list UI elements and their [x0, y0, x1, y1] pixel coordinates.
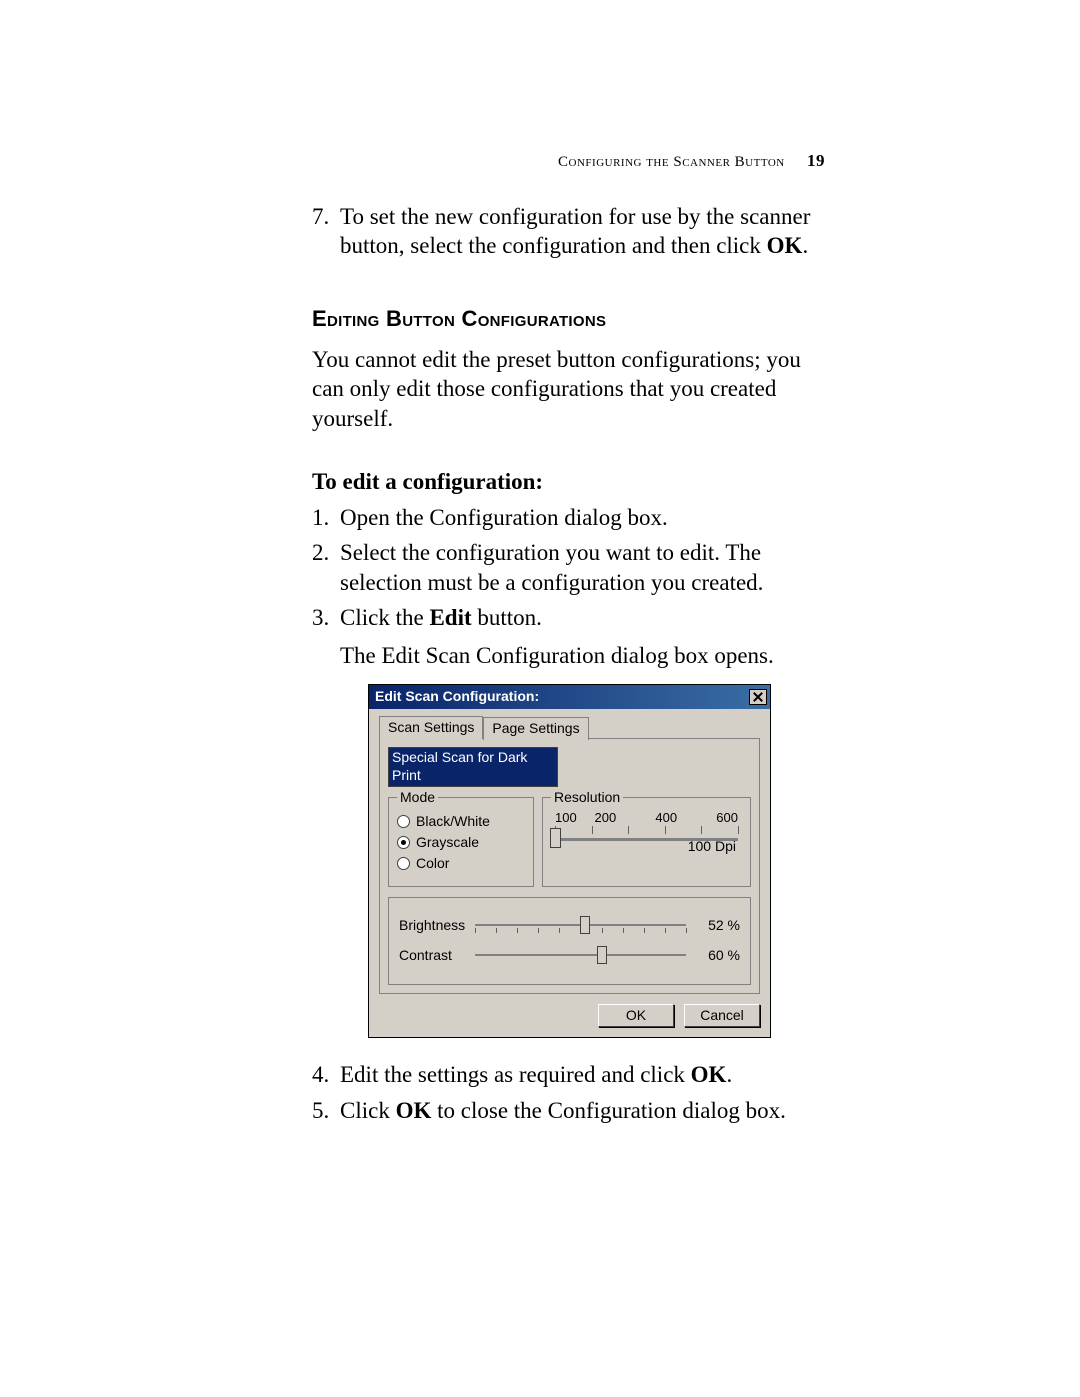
step-4: 4. Edit the settings as required and cli…	[312, 1060, 825, 1089]
step-2-text: Select the configuration you want to edi…	[340, 538, 825, 597]
body: 7. To set the new configuration for use …	[312, 202, 825, 1125]
brightness-slider[interactable]	[475, 914, 686, 938]
page: Configuring the Scanner Button 19 7. To …	[0, 0, 1080, 1397]
dialog-body: Scan Settings Page Settings Special Scan…	[369, 709, 770, 1037]
resolution-value: 100 Dpi	[688, 838, 736, 856]
mode-option-color[interactable]: Color	[397, 855, 525, 873]
contrast-label: Contrast	[399, 947, 475, 965]
contrast-slider[interactable]	[475, 944, 686, 968]
contrast-thumb[interactable]	[597, 946, 607, 964]
step-4-text: Edit the settings as required and click …	[340, 1060, 825, 1089]
contrast-value: 60 %	[694, 947, 740, 965]
radio-icon	[397, 857, 410, 870]
mode-option-black-white[interactable]: Black/White	[397, 813, 525, 831]
resolution-slider[interactable]: 100 200 . 400 . 600	[555, 810, 738, 856]
tabs: Scan Settings Page Settings	[379, 717, 760, 739]
ok-button[interactable]: OK	[598, 1004, 674, 1028]
step-2: 2. Select the configuration you want to …	[312, 538, 825, 597]
mode-legend: Mode	[397, 789, 438, 807]
step-3-sub: The Edit Scan Configuration dialog box o…	[340, 641, 825, 670]
brightness-row: Brightness	[399, 914, 740, 938]
mode-option-grayscale[interactable]: Grayscale	[397, 834, 525, 852]
page-number: 19	[807, 151, 825, 170]
resolution-legend: Resolution	[551, 789, 623, 807]
running-head-text: Configuring the Scanner Button	[558, 154, 785, 170]
cancel-button[interactable]: Cancel	[684, 1004, 760, 1028]
step-7-num: 7.	[312, 202, 340, 231]
brightness-label: Brightness	[399, 917, 475, 935]
mode-group: Mode Black/White Grayscale	[388, 797, 534, 887]
tab-scan-settings[interactable]: Scan Settings	[379, 716, 483, 739]
section-intro: You cannot edit the preset button config…	[312, 345, 825, 433]
step-3: 3. Click the Edit button. The Edit Scan …	[312, 603, 825, 1054]
running-head: Configuring the Scanner Button 19	[558, 150, 825, 172]
radio-icon	[397, 836, 410, 849]
subhead: To edit a configuration:	[312, 467, 825, 496]
dialog-buttons: OK Cancel	[379, 1004, 760, 1028]
step-5-text: Click OK to close the Configuration dial…	[340, 1096, 825, 1125]
brightness-contrast-group: Brightness	[388, 897, 751, 985]
close-icon[interactable]	[749, 689, 767, 705]
dialog-title: Edit Scan Configuration:	[375, 688, 539, 706]
step-7: 7. To set the new configuration for use …	[312, 202, 825, 261]
edit-scan-configuration-dialog: Edit Scan Configuration: Scan Settings P…	[368, 684, 771, 1038]
section-heading: Editing Button Configurations	[312, 305, 825, 333]
step-1-text: Open the Configuration dialog box.	[340, 503, 825, 532]
step-7-text: To set the new configuration for use by …	[340, 202, 825, 261]
steps-list: 1. Open the Configuration dialog box. 2.…	[312, 503, 825, 1126]
step-1: 1. Open the Configuration dialog box.	[312, 503, 825, 532]
configuration-name-input[interactable]: Special Scan for Dark Print	[388, 747, 558, 787]
contrast-row: Contrast 60 %	[399, 944, 740, 968]
brightness-thumb[interactable]	[580, 916, 590, 934]
brightness-value: 52 %	[694, 917, 740, 935]
resolution-group: Resolution 100 200 . 400	[542, 797, 751, 887]
tab-page-settings[interactable]: Page Settings	[483, 717, 588, 740]
dialog-titlebar: Edit Scan Configuration:	[369, 685, 770, 709]
tab-panel-scan-settings: Special Scan for Dark Print Mode Black/W…	[379, 738, 760, 994]
dialog-screenshot: Edit Scan Configuration: Scan Settings P…	[368, 684, 825, 1038]
step-5: 5. Click OK to close the Configuration d…	[312, 1096, 825, 1125]
radio-icon	[397, 815, 410, 828]
step-3-text: Click the Edit button. The Edit Scan Con…	[340, 603, 825, 1054]
resolution-thumb[interactable]	[550, 828, 561, 848]
